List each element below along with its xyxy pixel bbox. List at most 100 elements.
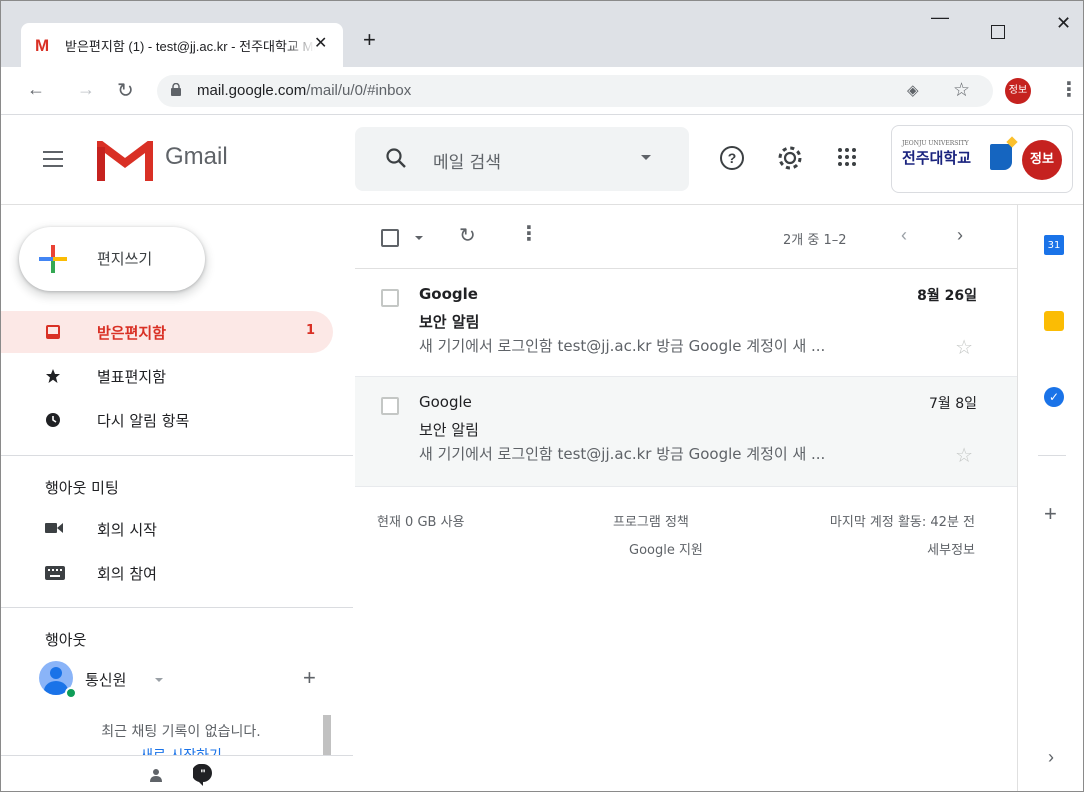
gmail-header: Gmail 메일 검색 ? JEONJU UNIVERSITY 전주대학교 정보 [1, 115, 1083, 205]
email-subject: 보안 알림 [419, 421, 479, 439]
tab-close-icon[interactable]: ✕ [314, 33, 327, 52]
sidebar-item-starred[interactable]: 별표편지함 [1, 355, 333, 397]
browser-tab[interactable]: M 받은편지함 (1) - test@jj.ac.kr - 전주대학교 Mail… [21, 23, 343, 67]
mail-footer: 현재 0 GB 사용 프로그램 정책 Google 지원 마지막 계정 활동: … [355, 511, 1017, 571]
chat-scrollbar[interactable] [323, 715, 331, 755]
apps-grid-icon[interactable] [837, 147, 857, 167]
hangouts-user-name: 통신원 [85, 671, 127, 689]
side-panel-rail: 31 ✓ + › [1017, 205, 1083, 791]
mail-list-pane: ↻ ⋮ 2개 중 1–2 ‹ › Google 8월 26일 보안 알림 새 기… [355, 205, 1017, 791]
search-options-icon[interactable] [641, 155, 651, 160]
email-snippet: 새 기기에서 로그인함 test@jj.ac.kr 방금 Google 계정이 … [419, 337, 826, 355]
keep-icon[interactable] [1044, 311, 1064, 331]
forward-icon[interactable]: → [77, 79, 95, 100]
calendar-icon[interactable]: 31 [1044, 235, 1064, 255]
email-row[interactable]: Google 7월 8일 보안 알림 새 기기에서 로그인함 test@jj.a… [355, 377, 1017, 487]
email-checkbox[interactable] [381, 397, 399, 415]
details-link[interactable]: 세부정보 [927, 539, 975, 558]
hangouts-user[interactable]: 통신원 + [39, 661, 339, 701]
online-status-icon [65, 687, 77, 699]
search-placeholder: 메일 검색 [433, 153, 501, 173]
account-avatar[interactable]: 정보 [1022, 140, 1062, 180]
email-star-icon[interactable]: ☆ [955, 335, 973, 359]
calendar-day: 31 [1047, 240, 1061, 251]
sidebar-item-label: 받은편지함 [97, 324, 167, 342]
newer-page-icon[interactable]: ‹ [901, 225, 907, 246]
pagination-text: 2개 중 1–2 [783, 233, 847, 248]
older-page-icon[interactable]: › [957, 225, 963, 246]
keyboard-icon [45, 566, 65, 580]
sidebar-item-snoozed[interactable]: 다시 알림 항목 [1, 399, 333, 441]
tab-title: 받은편지함 (1) - test@jj.ac.kr - 전주대학교 Mail [65, 36, 315, 55]
email-row[interactable]: Google 8월 26일 보안 알림 새 기기에서 로그인함 test@jj.… [355, 269, 1017, 377]
url-text: mail.google.com/mail/u/0/#inbox [197, 82, 411, 99]
new-conversation-icon[interactable]: + [303, 665, 316, 691]
svg-text:?: ? [728, 150, 737, 166]
lock-icon [171, 83, 181, 96]
main-menu-icon[interactable] [43, 151, 63, 172]
program-policy-link[interactable]: 프로그램 정책 [613, 511, 689, 530]
select-all-checkbox[interactable] [381, 229, 399, 247]
email-sender: Google [419, 393, 472, 411]
rail-divider [1038, 455, 1066, 456]
help-icon[interactable]: ? [719, 145, 745, 171]
url-path: /mail/u/0/#inbox [306, 82, 412, 99]
no-chats-text: 최근 채팅 기록이 없습니다. [101, 724, 261, 740]
expand-panel-icon[interactable]: › [1048, 747, 1054, 768]
org-name: 전주대학교 [902, 149, 972, 167]
back-icon[interactable]: ← [27, 79, 45, 100]
compose-plus-icon [39, 245, 67, 273]
meet-join-item[interactable]: 회의 참여 [1, 553, 353, 593]
reload-icon[interactable]: ↻ [117, 78, 134, 103]
email-snippet: 새 기기에서 로그인함 test@jj.ac.kr 방금 Google 계정이 … [419, 445, 826, 463]
hangouts-quote-icon[interactable]: " [193, 764, 213, 786]
maximize-icon[interactable] [991, 25, 1005, 39]
sidebar-item-inbox[interactable]: 받은편지함 1 [1, 311, 333, 353]
mail-search-box[interactable]: 메일 검색 [355, 127, 689, 191]
url-host: mail.google.com [197, 82, 307, 99]
email-star-icon[interactable]: ☆ [955, 443, 973, 467]
bookmark-star-icon[interactable]: ☆ [953, 79, 970, 101]
sidebar-item-label: 별표편지함 [97, 368, 167, 386]
sidebar-divider [1, 607, 353, 608]
gmail-logo-icon[interactable] [97, 141, 153, 181]
email-checkbox[interactable] [381, 289, 399, 307]
get-addons-icon[interactable]: + [1044, 501, 1057, 527]
video-icon [45, 523, 63, 533]
unread-count-badge: 1 [305, 323, 315, 338]
sidebar-item-label: 다시 알림 항목 [97, 412, 190, 430]
minimize-icon[interactable]: — [931, 7, 949, 28]
browser-window: M 받은편지함 (1) - test@jj.ac.kr - 전주대학교 Mail… [0, 0, 1084, 792]
meet-item-label: 회의 참여 [97, 565, 157, 583]
contacts-person-icon[interactable] [149, 768, 163, 782]
browser-menu-icon[interactable]: ⋮ [1059, 77, 1079, 101]
last-activity-text: 마지막 계정 활동: 42분 전 [829, 515, 975, 530]
meet-start-item[interactable]: 회의 시작 [1, 509, 353, 549]
address-bar[interactable]: mail.google.com/mail/u/0/#inbox ◈ ☆ [157, 75, 993, 107]
settings-gear-icon[interactable] [777, 145, 803, 171]
search-icon[interactable] [385, 147, 407, 169]
refresh-icon[interactable]: ↻ [459, 223, 476, 247]
tasks-icon[interactable]: ✓ [1044, 387, 1064, 407]
extension-icon[interactable]: ◈ [907, 81, 919, 99]
new-tab-icon[interactable]: + [363, 27, 376, 53]
compose-label: 편지쓰기 [97, 250, 153, 268]
sidebar-divider [1, 455, 353, 456]
svg-text:": " [200, 768, 205, 780]
chevron-down-icon[interactable] [155, 678, 163, 682]
email-sender: Google [419, 285, 478, 303]
account-switcher[interactable]: JEONJU UNIVERSITY 전주대학교 정보 [891, 125, 1073, 193]
tab-strip: M 받은편지함 (1) - test@jj.ac.kr - 전주대학교 Mail… [1, 1, 1083, 67]
compose-button[interactable]: 편지쓰기 [19, 227, 205, 291]
gmail-favicon-icon: M [35, 36, 50, 55]
more-options-icon[interactable]: ⋮ [519, 221, 539, 245]
email-date: 7월 8일 [928, 396, 977, 412]
select-options-icon[interactable] [415, 236, 423, 240]
browser-profile-avatar[interactable]: 정보 [1005, 78, 1031, 104]
email-date: 8월 26일 [917, 288, 977, 304]
window-close-icon[interactable]: ✕ [1056, 13, 1071, 34]
storage-usage: 현재 0 GB 사용 [377, 515, 465, 530]
google-support-link[interactable]: Google 지원 [629, 539, 703, 558]
inbox-icon [46, 325, 60, 339]
email-subject: 보안 알림 [419, 313, 480, 331]
